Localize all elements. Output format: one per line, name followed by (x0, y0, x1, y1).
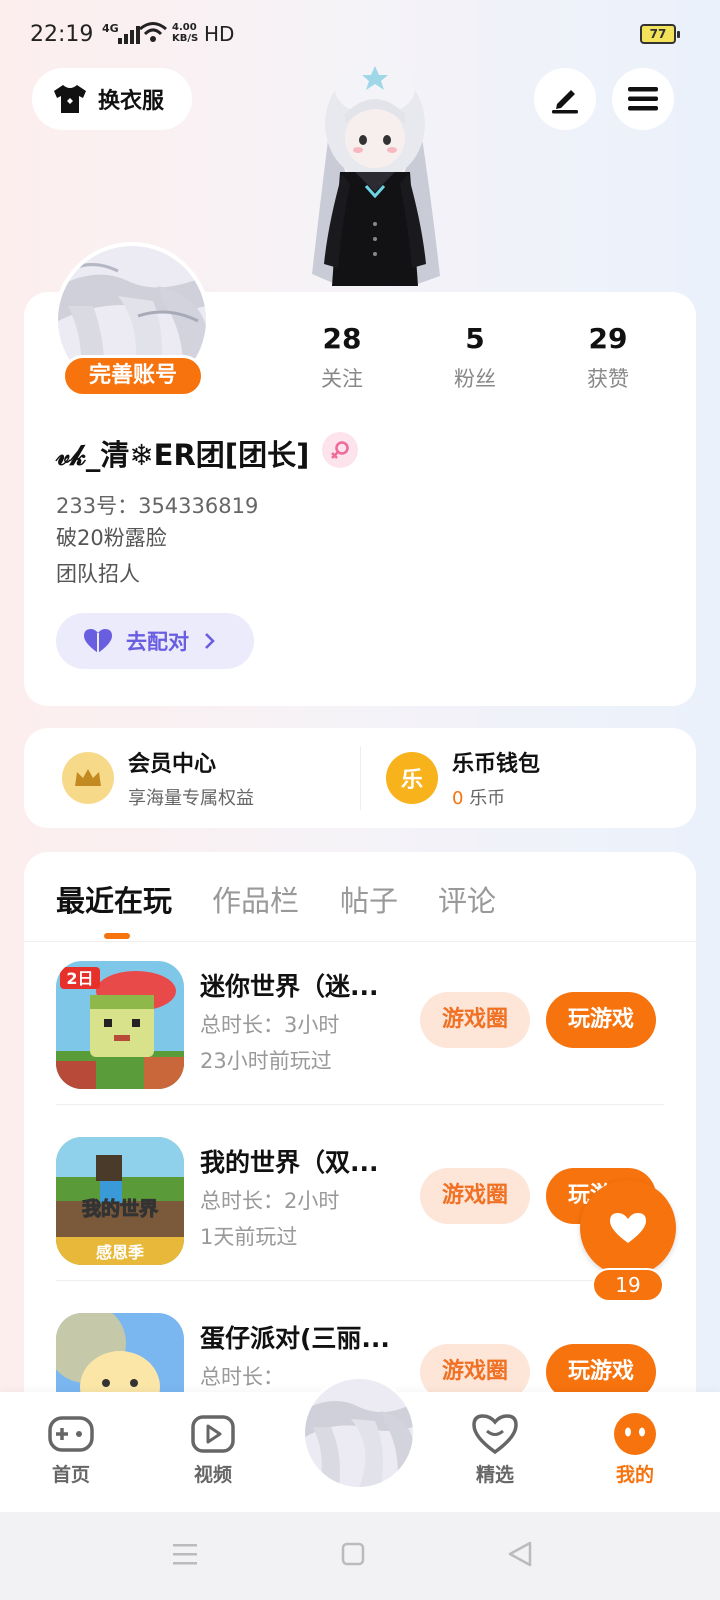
nav-home[interactable]: 首页 (26, 1412, 116, 1487)
face-icon (611, 1412, 659, 1456)
game-name: 迷你世界（迷... (200, 972, 379, 1001)
tab-recent-played[interactable]: 最近在玩 (56, 878, 172, 920)
network-speed: 4.00 KB/S (172, 22, 199, 44)
edit-button[interactable] (534, 68, 596, 130)
home-icon[interactable] (341, 1541, 365, 1567)
heart-outline-icon (471, 1412, 519, 1456)
avatar-character-image[interactable] (300, 54, 450, 294)
svg-text:我的世界: 我的世界 (82, 1197, 158, 1220)
tab-comments[interactable]: 评论 (438, 878, 496, 920)
fans-label: 粉丝 (454, 367, 496, 391)
username: 𝓋𝓀_清❄ER团[团长] (56, 438, 310, 472)
floating-like-button[interactable] (580, 1180, 676, 1276)
vip-title: 会员中心 (128, 752, 217, 777)
game-row[interactable]: 2日 迷你世界（迷... 总时长：3小时 23小时前玩过 游戏圈 玩游戏 (56, 929, 664, 1105)
signal-icon (118, 26, 140, 44)
member-wallet-card: 会员中心 享海量专属权益 乐 乐币钱包 0 乐币 (24, 728, 696, 828)
wallet-balance: 0 乐币 (452, 788, 506, 809)
game-duration: 总时长： (200, 1365, 284, 1389)
shirt-icon (54, 85, 86, 113)
menu-icon (628, 87, 658, 111)
tab-posts[interactable]: 帖子 (340, 878, 398, 920)
likes-stat[interactable]: 29 获赞 (548, 322, 668, 393)
nav-video[interactable]: 视频 (168, 1412, 258, 1487)
match-label: 去配对 (126, 630, 189, 654)
game-duration: 总时长：2小时 (200, 1189, 340, 1213)
vip-center[interactable]: 会员中心 享海量专属权益 (62, 728, 254, 828)
nav-featured-label: 精选 (475, 1464, 514, 1486)
nav-mine-label: 我的 (615, 1464, 654, 1486)
female-gender-icon (322, 432, 358, 468)
coin-icon: 乐 (386, 752, 438, 804)
pen-icon (552, 90, 578, 114)
nav-featured[interactable]: 精选 (450, 1412, 540, 1487)
change-outfit-button[interactable]: 换衣服 (32, 68, 192, 130)
game-icon-minecraft: 我的世界 感恩季 (56, 1137, 184, 1265)
wallet-title: 乐币钱包 (452, 752, 541, 777)
game-last-played: 23小时前玩过 (200, 1049, 332, 1073)
wallet[interactable]: 乐 乐币钱包 0 乐币 (386, 728, 540, 828)
network-type: 4G (102, 22, 119, 35)
nav-home-label: 首页 (51, 1464, 90, 1486)
vip-subtitle: 享海量专属权益 (128, 788, 254, 809)
heart-icon (84, 629, 112, 653)
match-button[interactable]: 去配对 (56, 613, 254, 669)
svg-text:2日: 2日 (66, 969, 93, 988)
game-name: 蛋仔派对(三丽... (200, 1324, 390, 1353)
chevron-right-icon (205, 633, 215, 649)
divider (360, 746, 361, 810)
game-name: 我的世界（双... (200, 1148, 379, 1177)
svg-text:感恩季: 感恩季 (96, 1243, 145, 1262)
recent-apps-icon[interactable] (172, 1542, 198, 1566)
play-game-button[interactable]: 玩游戏 (546, 992, 656, 1048)
menu-button[interactable] (612, 68, 674, 130)
video-play-icon (189, 1412, 237, 1456)
hd-indicator: HD (204, 22, 235, 46)
bio-line: 破20粉露脸 (56, 526, 167, 550)
system-navigation-bar (0, 1512, 720, 1600)
following-stat[interactable]: 28 关注 (282, 322, 402, 393)
game-circle-button[interactable]: 游戏圈 (420, 992, 530, 1048)
nav-video-label: 视频 (193, 1464, 232, 1486)
heart-icon (610, 1213, 646, 1243)
change-outfit-label: 换衣服 (98, 89, 165, 114)
game-duration: 总时长：3小时 (200, 1013, 340, 1037)
wifi-icon (139, 22, 167, 42)
following-count: 28 (322, 322, 362, 355)
crown-icon (62, 752, 114, 804)
game-icon-mini-world: 2日 (56, 961, 184, 1089)
likes-count: 29 (588, 322, 628, 355)
tab-works[interactable]: 作品栏 (212, 878, 299, 920)
battery-icon: 77 (640, 24, 680, 44)
game-row[interactable]: 我的世界 感恩季 我的世界（双... 总时长：2小时 1天前玩过 游戏圈 玩游戏 (56, 1105, 664, 1281)
game-circle-button[interactable]: 游戏圈 (420, 1168, 530, 1224)
likes-label: 获赞 (587, 367, 629, 391)
like-count-badge: 19 (592, 1268, 664, 1302)
status-bar: 22:19 4G 4.00 KB/S HD 77 (0, 0, 720, 60)
bio-line: 团队招人 (56, 562, 140, 586)
following-label: 关注 (321, 367, 363, 391)
nav-mine[interactable]: 我的 (590, 1412, 680, 1487)
complete-account-button[interactable]: 完善账号 (62, 355, 204, 397)
fans-stat[interactable]: 5 粉丝 (415, 322, 535, 393)
status-time: 22:19 (30, 22, 94, 47)
gamepad-icon (47, 1412, 95, 1456)
game-last-played: 1天前玩过 (200, 1225, 298, 1249)
fans-count: 5 (465, 322, 485, 355)
back-icon[interactable] (506, 1540, 534, 1568)
nav-center-avatar[interactable] (302, 1376, 416, 1490)
user-id: 233号：354336819 (56, 494, 259, 518)
